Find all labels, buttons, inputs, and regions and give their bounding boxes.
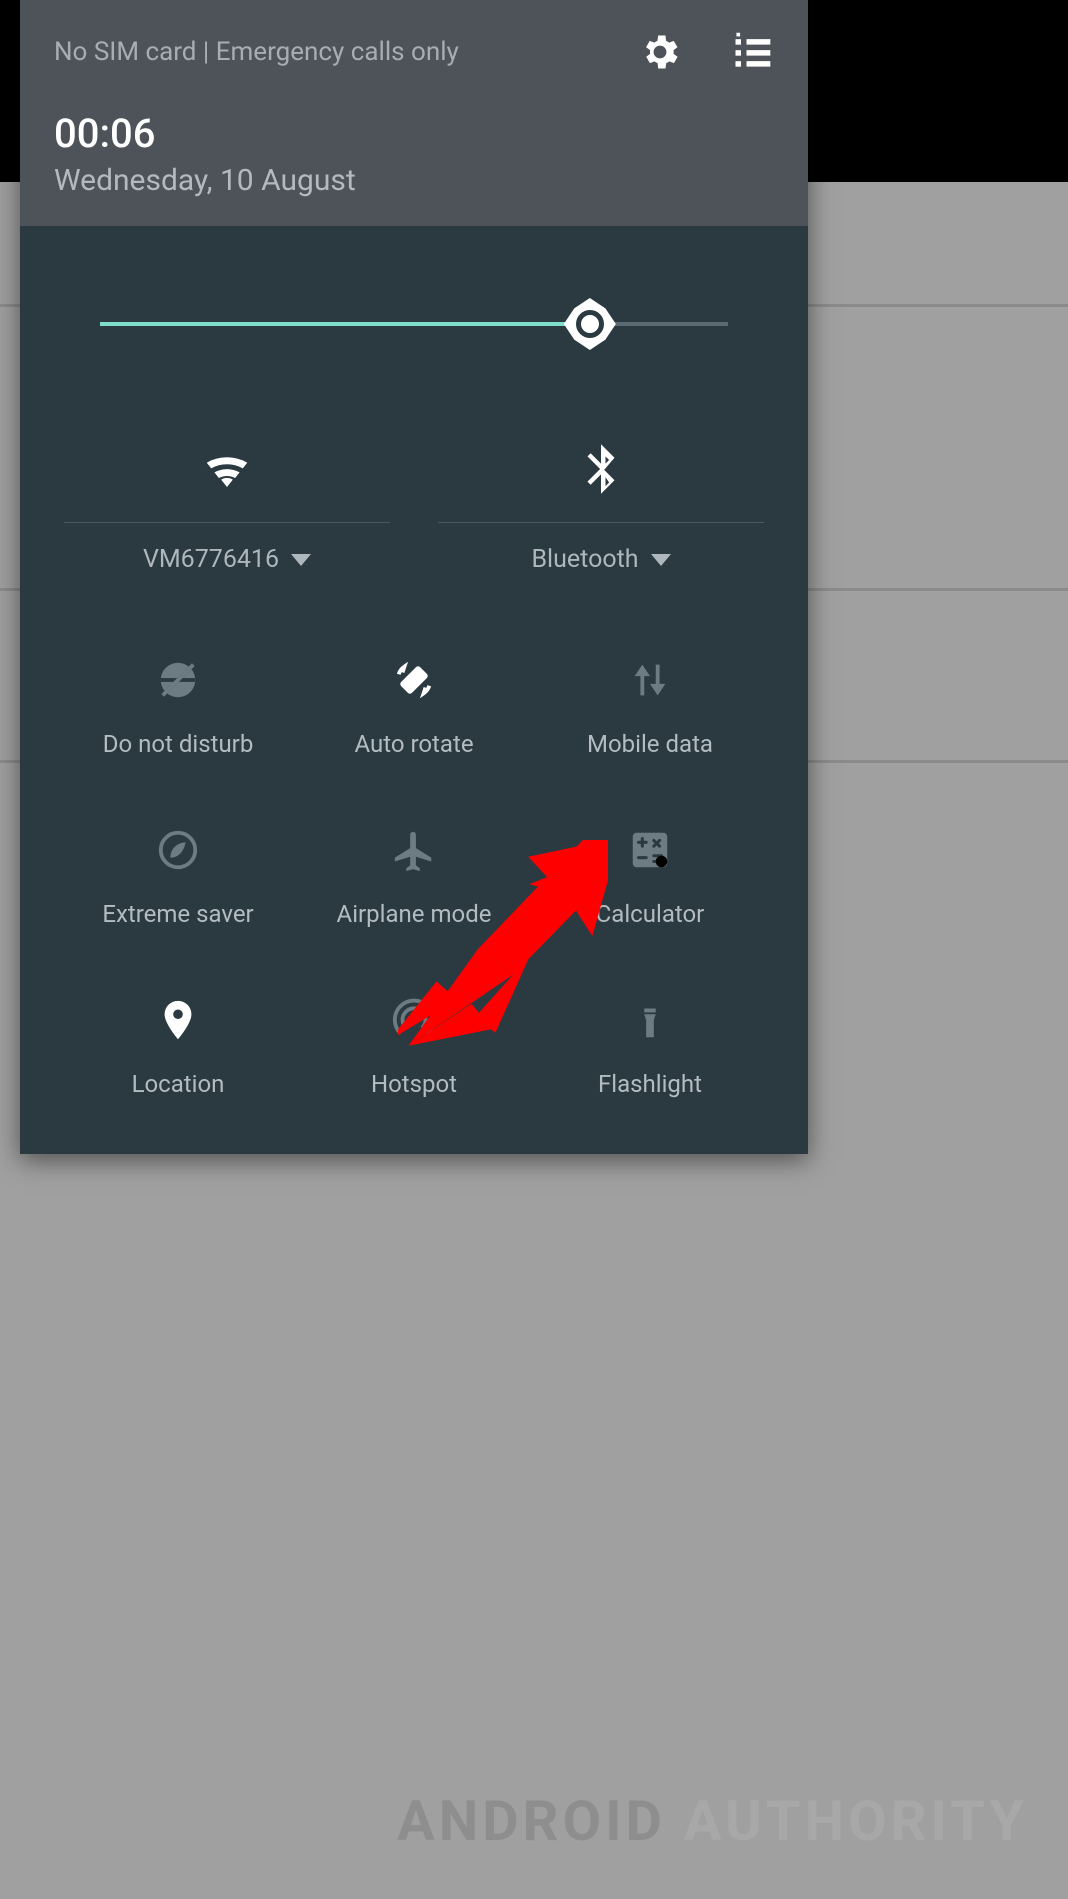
bluetooth-tile[interactable]: Bluetooth — [434, 430, 768, 574]
wifi-tile[interactable]: VM6776416 — [60, 430, 394, 574]
chevron-down-icon — [291, 554, 311, 566]
clock-time: 00:06 — [54, 110, 774, 157]
airplane-label: Airplane mode — [296, 900, 532, 928]
calculator-tile[interactable]: Calculator — [532, 822, 768, 928]
airplane-icon — [296, 822, 532, 878]
mobiledata-icon — [532, 652, 768, 708]
flashlight-icon — [532, 992, 768, 1048]
bluetooth-label: Bluetooth — [531, 545, 638, 574]
saver-label: Extreme saver — [60, 900, 296, 928]
mobiledata-tile[interactable]: Mobile data — [532, 652, 768, 758]
saver-tile[interactable]: Extreme saver — [60, 822, 296, 928]
autorotate-icon — [296, 652, 532, 708]
location-tile[interactable]: Location — [60, 992, 296, 1098]
dnd-label: Do not disturb — [60, 730, 296, 758]
gear-icon[interactable] — [638, 30, 682, 74]
location-label: Location — [60, 1070, 296, 1098]
sim-status-text: No SIM card | Emergency calls only — [54, 37, 459, 67]
hotspot-label: Hotspot — [296, 1070, 532, 1098]
mobiledata-label: Mobile data — [532, 730, 768, 758]
autorotate-label: Auto rotate — [296, 730, 532, 758]
dnd-icon — [60, 652, 296, 708]
dnd-tile[interactable]: Do not disturb — [60, 652, 296, 758]
calculator-label: Calculator — [532, 900, 768, 928]
autorotate-tile[interactable]: Auto rotate — [296, 652, 532, 758]
flashlight-tile[interactable]: Flashlight — [532, 992, 768, 1098]
bluetooth-dropdown[interactable]: Bluetooth — [434, 545, 768, 574]
location-icon — [60, 992, 296, 1048]
calculator-icon — [532, 822, 768, 878]
watermark: ANDROID AUTHORITY — [397, 1788, 1028, 1854]
list-icon[interactable] — [730, 30, 774, 74]
wifi-icon — [200, 442, 254, 496]
hotspot-tile[interactable]: Hotspot — [296, 992, 532, 1098]
hotspot-icon — [296, 992, 532, 1048]
leaf-icon — [60, 822, 296, 878]
chevron-down-icon — [651, 554, 671, 566]
bluetooth-icon — [574, 442, 628, 496]
quick-settings-panel: No SIM card | Emergency calls only 00:06… — [20, 0, 808, 1154]
wifi-label: VM6776416 — [143, 545, 279, 574]
brightness-thumb-icon[interactable] — [564, 298, 616, 350]
flashlight-label: Flashlight — [532, 1070, 768, 1098]
clock-date: Wednesday, 10 August — [54, 163, 774, 198]
airplane-tile[interactable]: Airplane mode — [296, 822, 532, 928]
brightness-slider[interactable] — [100, 298, 728, 350]
wifi-dropdown[interactable]: VM6776416 — [60, 545, 394, 574]
